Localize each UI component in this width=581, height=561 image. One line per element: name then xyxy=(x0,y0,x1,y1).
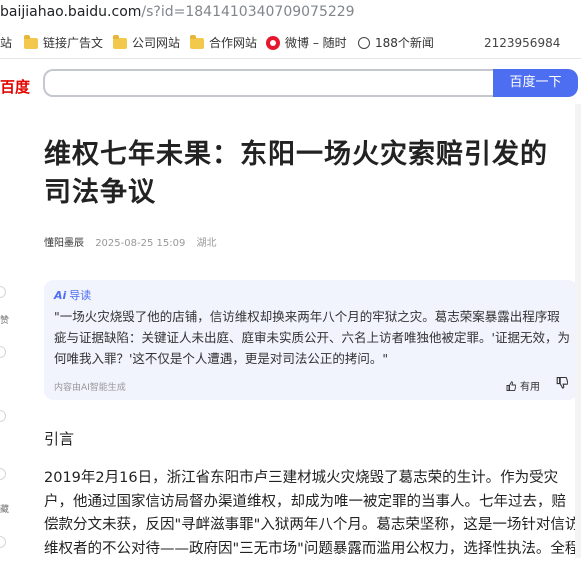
publish-location: 湖北 xyxy=(196,238,217,249)
folder-icon xyxy=(24,34,38,49)
like-label: 赞 xyxy=(0,316,10,326)
ai-icon: Ai xyxy=(54,288,67,302)
article-title: 维权七年未果：东阳一场火灾索赔引发的司法争议 xyxy=(44,139,548,208)
collect-label: 藏 xyxy=(0,505,10,515)
publish-date: 2025-08-25 15:09 xyxy=(95,238,186,249)
thumbs-down-icon[interactable] xyxy=(556,377,568,389)
thumbs-up-icon xyxy=(506,380,516,391)
share-button[interactable] xyxy=(0,410,6,422)
author-name[interactable]: 懂阳墨辰 xyxy=(44,238,84,249)
ai-summary-heading: Ai 导读 xyxy=(54,287,91,303)
search-input[interactable] xyxy=(43,69,493,97)
bookmark-item[interactable]: 微博 – 随时 xyxy=(266,28,347,58)
like-button[interactable] xyxy=(0,286,6,298)
useful-button[interactable]: 有用 xyxy=(506,378,540,393)
globe-icon xyxy=(358,37,370,49)
bookmark-label: 合作网站 xyxy=(209,36,258,50)
weibo-icon xyxy=(266,36,280,50)
url-host: baijiahao.baidu.com xyxy=(0,4,142,20)
bookmark-label: 公司网站 xyxy=(132,36,181,50)
useful-label: 有用 xyxy=(520,382,540,393)
folder-icon xyxy=(190,34,204,49)
bookmark-item[interactable]: 188个新闻 xyxy=(358,28,434,58)
ai-heading-label: 导读 xyxy=(69,289,92,302)
bookmark-item[interactable]: 公司网站 xyxy=(113,28,180,58)
bookmark-label: 微博 – 随时 xyxy=(285,36,347,50)
bookmark-label: 188个新闻 xyxy=(375,36,434,50)
baidu-logo[interactable]: 百度 xyxy=(0,76,30,97)
comment-button[interactable] xyxy=(0,346,6,358)
more-button[interactable] xyxy=(0,536,6,548)
ai-summary-text: "一场火灾烧毁了他的店铺，信访维权却换来两年八个月的牢狱之灾。葛志荣案暴露出程序… xyxy=(54,309,570,366)
search-button[interactable]: 百度一下 xyxy=(493,69,578,97)
article-paragraph: 2019年2月16日，浙江省东阳市卢三建材城火灾烧毁了葛志荣的生计。作为受灾户，… xyxy=(44,470,580,557)
folder-icon xyxy=(113,34,127,49)
bookmark-item[interactable]: 链接广告文 xyxy=(24,28,103,58)
article-meta: 懂阳墨辰 2025-08-25 15:09 湖北 xyxy=(44,234,217,249)
page-scrollbar[interactable] xyxy=(575,104,581,558)
bookmark-item[interactable]: 站 xyxy=(0,28,12,58)
search-bar: 百度 百度一下 xyxy=(0,64,581,104)
bookmarks-bar: 站 链接广告文 公司网站 合作网站 微博 – 随时 188个新闻 2123956… xyxy=(0,28,581,59)
url-path: /s?id=1841410340709075229 xyxy=(141,4,355,20)
bookmark-label: 站 xyxy=(0,36,13,50)
bookmark-item[interactable]: 合作网站 xyxy=(190,28,257,58)
bookmark-phone[interactable]: 2123956984 xyxy=(484,28,560,58)
ai-disclaimer: 内容由AI智能生成 xyxy=(54,383,126,393)
collect-button[interactable] xyxy=(0,468,6,480)
address-bar[interactable]: baijiahao.baidu.com/s?id=184141034070907… xyxy=(0,0,581,26)
ai-summary-box: Ai 导读 "一场火灾烧毁了他的店铺，信访维权却换来两年八个月的牢狱之灾。葛志荣… xyxy=(44,280,578,400)
bookmark-label: 链接广告文 xyxy=(43,36,103,50)
intro-heading: 引言 xyxy=(44,430,75,448)
